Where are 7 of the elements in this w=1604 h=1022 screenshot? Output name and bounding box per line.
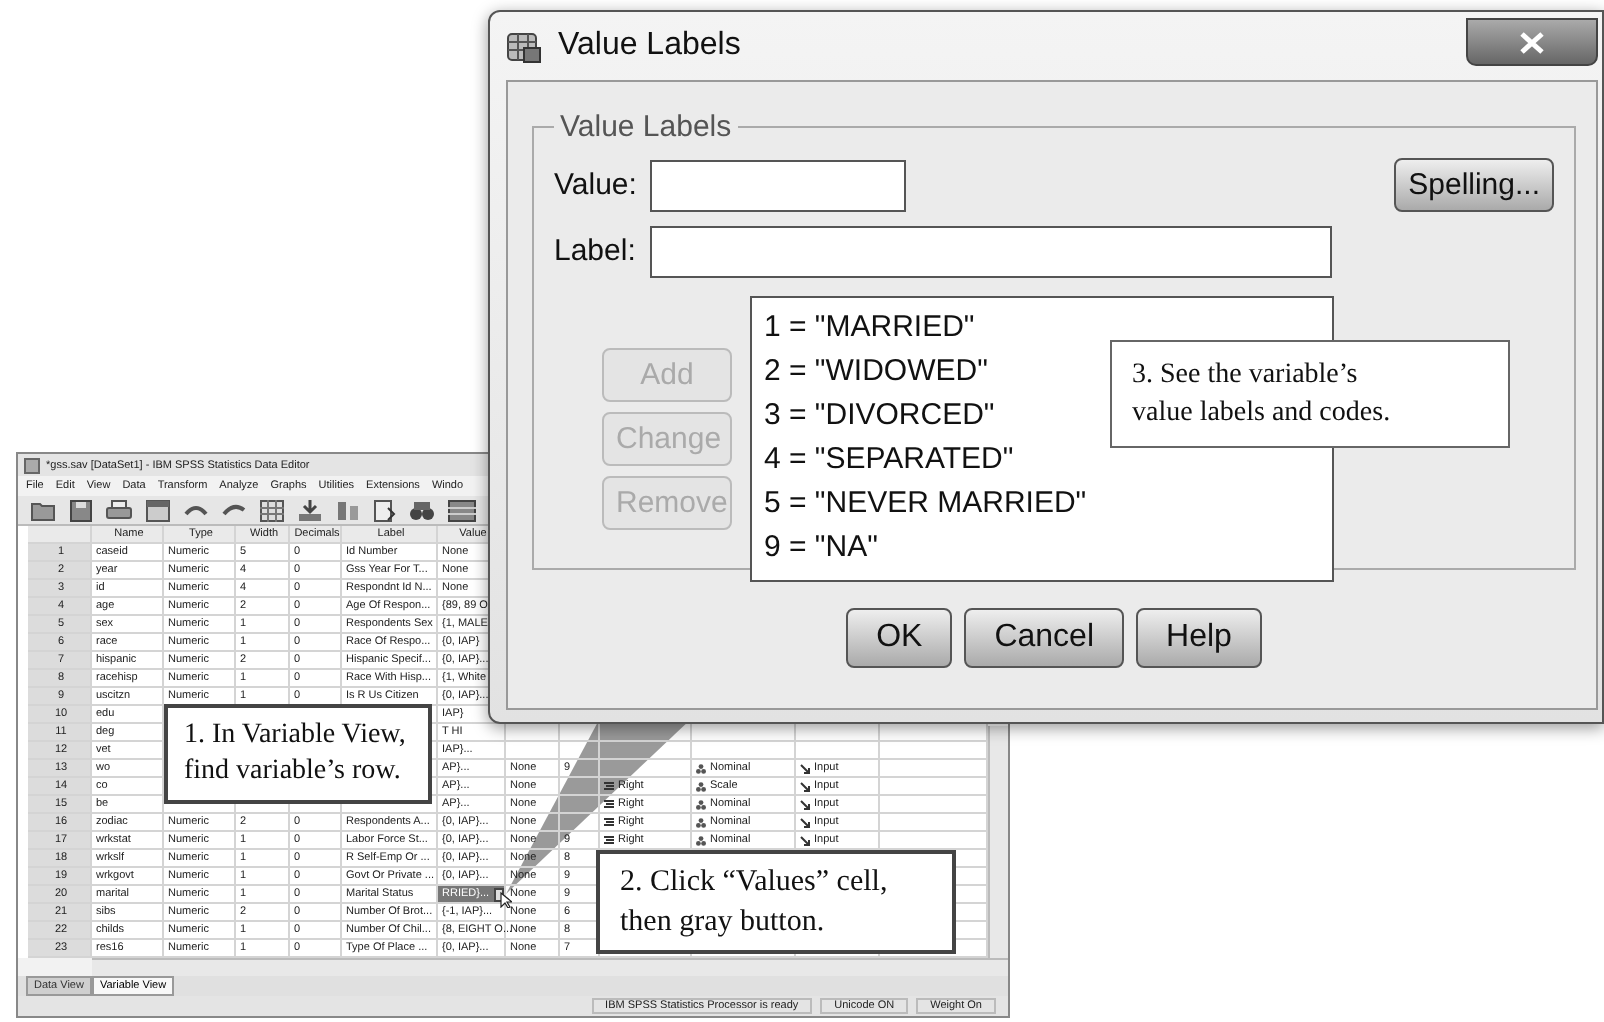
callout-tooltip: 3. See the variable’s value labels and codes. [1110,340,1510,448]
callout: 2. Click “Values” cell, then gray button. [596,850,956,954]
dialog-title: Value Labels [558,28,741,64]
field-label: Value: [554,168,639,202]
field-label: Label: [554,234,638,268]
group-title: Value Labels [558,110,734,144]
callout: 1. In Variable View, find variable’s row. [164,704,432,804]
